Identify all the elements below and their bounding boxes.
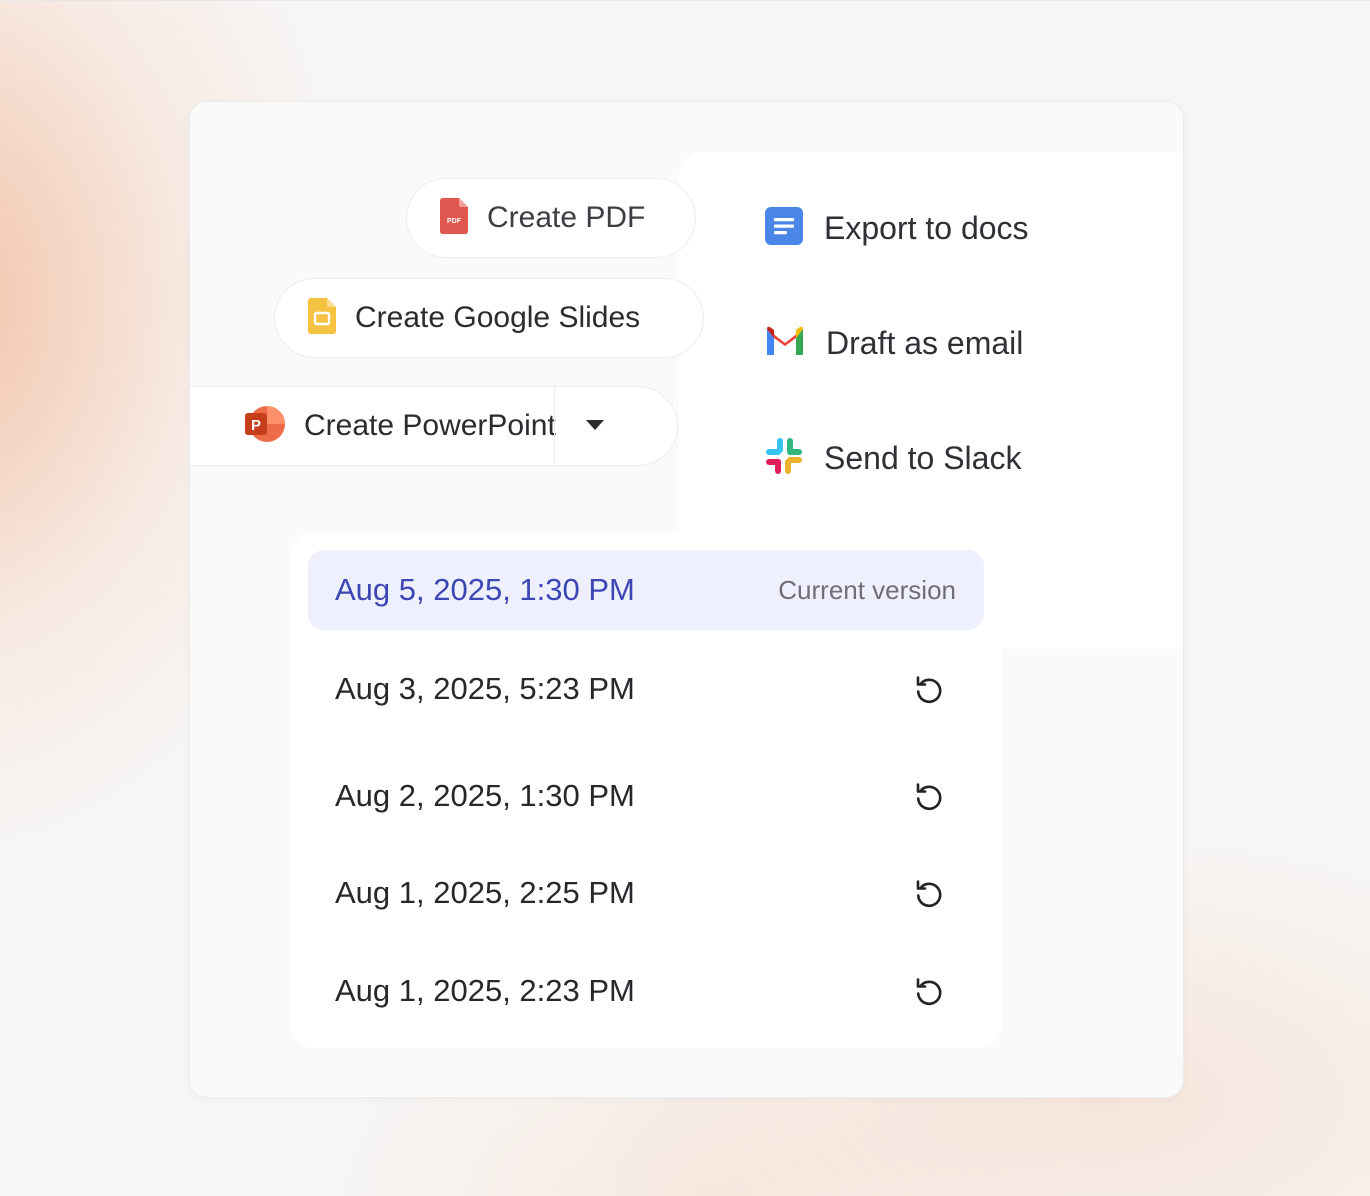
- slack-icon: [764, 436, 804, 481]
- send-to-slack-label: Send to Slack: [824, 439, 1022, 476]
- gmail-icon: [764, 325, 806, 362]
- pdf-icon-text: PDF: [447, 218, 462, 225]
- version-date: Aug 1, 2025, 2:25 PM: [335, 875, 635, 910]
- draft-as-email-label: Draft as email: [826, 324, 1024, 361]
- version-date: Aug 3, 2025, 5:23 PM: [335, 671, 635, 706]
- create-pdf-label: Create PDF: [487, 201, 646, 234]
- draft-as-email-item[interactable]: Draft as email: [764, 313, 1023, 373]
- create-google-slides-button[interactable]: Create Google Slides: [274, 278, 704, 358]
- version-history-list: Aug 5, 2025, 1:30 PM Current version Aug…: [290, 532, 1002, 1048]
- powerpoint-icon-text: P: [251, 417, 261, 434]
- version-row[interactable]: Aug 1, 2025, 2:25 PM: [308, 853, 984, 933]
- restore-icon[interactable]: [912, 672, 946, 706]
- google-docs-icon: [764, 206, 804, 251]
- version-row[interactable]: Aug 3, 2025, 5:23 PM: [308, 649, 984, 729]
- restore-icon[interactable]: [912, 876, 946, 910]
- powerpoint-icon: P: [245, 404, 285, 449]
- google-slides-icon: [308, 297, 336, 339]
- create-pdf-button[interactable]: PDF Create PDF: [406, 178, 696, 258]
- create-powerpoint-label: Create PowerPoint: [304, 409, 556, 442]
- version-date: Aug 1, 2025, 2:23 PM: [335, 973, 635, 1008]
- version-row[interactable]: Aug 1, 2025, 2:23 PM: [308, 951, 984, 1031]
- version-date: Aug 5, 2025, 1:30 PM: [335, 572, 635, 607]
- create-google-slides-label: Create Google Slides: [355, 301, 641, 334]
- restore-icon[interactable]: [912, 779, 946, 813]
- version-row[interactable]: Aug 2, 2025, 1:30 PM: [308, 756, 984, 836]
- powerpoint-options-dropdown[interactable]: [555, 387, 635, 467]
- send-to-slack-item[interactable]: Send to Slack: [764, 428, 1021, 488]
- caret-down-icon: [585, 418, 605, 436]
- export-card: Export to docs Draft as email Send to Sl…: [189, 101, 1184, 1098]
- version-row-current[interactable]: Aug 5, 2025, 1:30 PM Current version: [308, 550, 984, 630]
- export-to-docs-item[interactable]: Export to docs: [764, 198, 1029, 258]
- pdf-file-icon: PDF: [440, 197, 468, 239]
- export-to-docs-label: Export to docs: [824, 209, 1029, 246]
- create-powerpoint-split-button: P Create PowerPoint: [190, 386, 678, 467]
- top-divider: [0, 0, 1370, 1]
- current-version-badge: Current version: [778, 574, 956, 605]
- version-date: Aug 2, 2025, 1:30 PM: [335, 778, 635, 813]
- create-powerpoint-button[interactable]: P Create PowerPoint: [245, 404, 556, 449]
- restore-icon[interactable]: [912, 974, 946, 1008]
